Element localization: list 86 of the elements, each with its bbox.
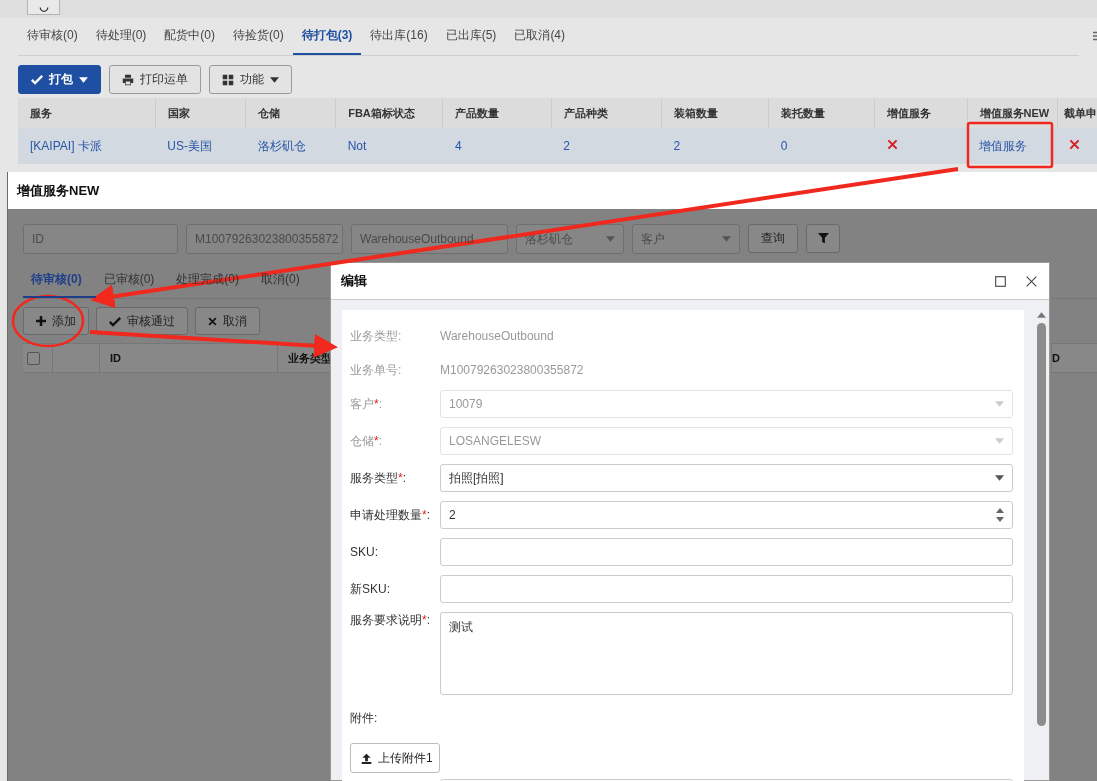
tab[interactable]: 待打包(3) <box>292 18 362 55</box>
column-header: D <box>1052 352 1060 364</box>
cross-icon <box>886 139 898 150</box>
add-button[interactable]: 添加 <box>23 307 89 335</box>
table-cell: Not <box>347 139 367 153</box>
number-field[interactable]: 2 <box>440 501 1013 529</box>
dialog-title: 增值服务NEW <box>17 181 100 200</box>
field-label: 服务要求说明*: <box>350 612 431 629</box>
column-header: FBA箱标状态 <box>335 98 443 128</box>
tab[interactable]: 待捡货(0) <box>224 18 293 55</box>
field-label: 客户*: <box>350 395 383 413</box>
column-header: 装托数量 <box>768 98 875 128</box>
check-icon <box>109 315 121 327</box>
refresh-button[interactable] <box>27 0 60 15</box>
close-icon <box>1026 275 1037 287</box>
tab[interactable]: 配货中(0) <box>155 18 224 55</box>
print-button[interactable]: 打印运单 <box>109 65 201 94</box>
scroll-up-icon <box>1036 312 1046 318</box>
caret-icon <box>270 76 279 83</box>
field-label: 附件: <box>350 709 379 727</box>
filter-icon <box>817 233 829 244</box>
field-value: WarehouseOutbound <box>440 329 555 343</box>
column-header: 产品数量 <box>442 98 552 128</box>
column-header: ID <box>110 352 121 364</box>
description-field[interactable]: 测试 <box>440 612 1013 695</box>
upload-button[interactable]: 上传附件1 <box>350 743 440 773</box>
tab[interactable]: 已出库(5) <box>436 18 506 55</box>
column-header: 装箱数量 <box>661 98 769 128</box>
table-cell: 4 <box>454 139 462 153</box>
tab[interactable]: 待处理(0) <box>86 18 156 55</box>
scrollbar-thumb[interactable] <box>1036 323 1046 726</box>
dropdown-field[interactable]: 拍照[拍照] <box>440 464 1013 492</box>
close-button[interactable] <box>1026 275 1037 287</box>
column-header: 国家 <box>155 98 246 128</box>
field-label: SKU: <box>350 545 380 559</box>
maximize-icon <box>995 275 1006 287</box>
field-value: M10079263023800355872 <box>440 363 585 377</box>
table-cell: US-美国 <box>167 138 212 153</box>
caret-icon <box>995 438 1004 444</box>
text-field[interactable] <box>440 538 1013 566</box>
table-cell: 2 <box>673 139 681 153</box>
column-header: 服务 <box>18 98 156 128</box>
check-icon <box>31 74 43 85</box>
field-label: 仓储*: <box>350 432 383 450</box>
column-header: 增值服务NEW <box>967 98 1058 128</box>
tab[interactable]: 待出库(16) <box>361 18 437 55</box>
cross-icon <box>1069 139 1081 150</box>
approve-button[interactable]: 审核通过 <box>96 307 188 335</box>
caret-icon <box>995 475 1004 481</box>
column-header: 增值服务 <box>874 98 968 128</box>
function-button[interactable]: 功能 <box>209 65 292 94</box>
pack-button[interactable]: 打包 <box>18 65 101 94</box>
table-cell: 0 <box>780 139 788 153</box>
table-cell: 2 <box>563 139 570 153</box>
upload-icon <box>361 752 372 764</box>
spinner-icon <box>996 507 1004 523</box>
tab[interactable]: 已审核(0) <box>95 262 169 298</box>
field-label: 业务类型: <box>350 327 403 345</box>
field-label: 服务类型*: <box>350 469 407 487</box>
tab[interactable]: 已取消(4) <box>505 18 575 55</box>
caret-icon <box>79 76 88 83</box>
checkbox[interactable] <box>27 351 40 365</box>
column-header: 截单申 <box>1057 98 1097 128</box>
caret-icon <box>606 236 615 242</box>
text-field[interactable] <box>440 575 1013 603</box>
field-label: 业务单号: <box>350 361 403 379</box>
tab[interactable]: 待审核(0) <box>18 18 87 55</box>
column-header: 仓储 <box>245 98 336 128</box>
tab[interactable]: 取消(0) <box>253 262 314 298</box>
maximize-button[interactable] <box>995 275 1006 287</box>
cancel-button[interactable]: 取消 <box>195 307 260 335</box>
query-button[interactable]: 查询 <box>748 224 798 253</box>
caret-icon <box>995 401 1004 407</box>
close-icon <box>208 316 217 326</box>
table-cell: [KAIPAI] 卡派 <box>30 138 102 153</box>
printer-icon <box>122 73 134 86</box>
grid-icon <box>222 73 234 86</box>
plus-icon <box>36 316 46 326</box>
field-label: 新SKU: <box>350 580 392 598</box>
id-field[interactable]: ID <box>23 224 178 254</box>
filter-button[interactable] <box>806 224 840 253</box>
caret-icon <box>722 236 731 242</box>
dialog-title: 编辑 <box>341 272 368 290</box>
column-header: 产品种类 <box>551 98 662 128</box>
field-label: 申请处理数量*: <box>350 506 431 524</box>
table-cell: 洛杉矶仓 <box>257 138 306 153</box>
